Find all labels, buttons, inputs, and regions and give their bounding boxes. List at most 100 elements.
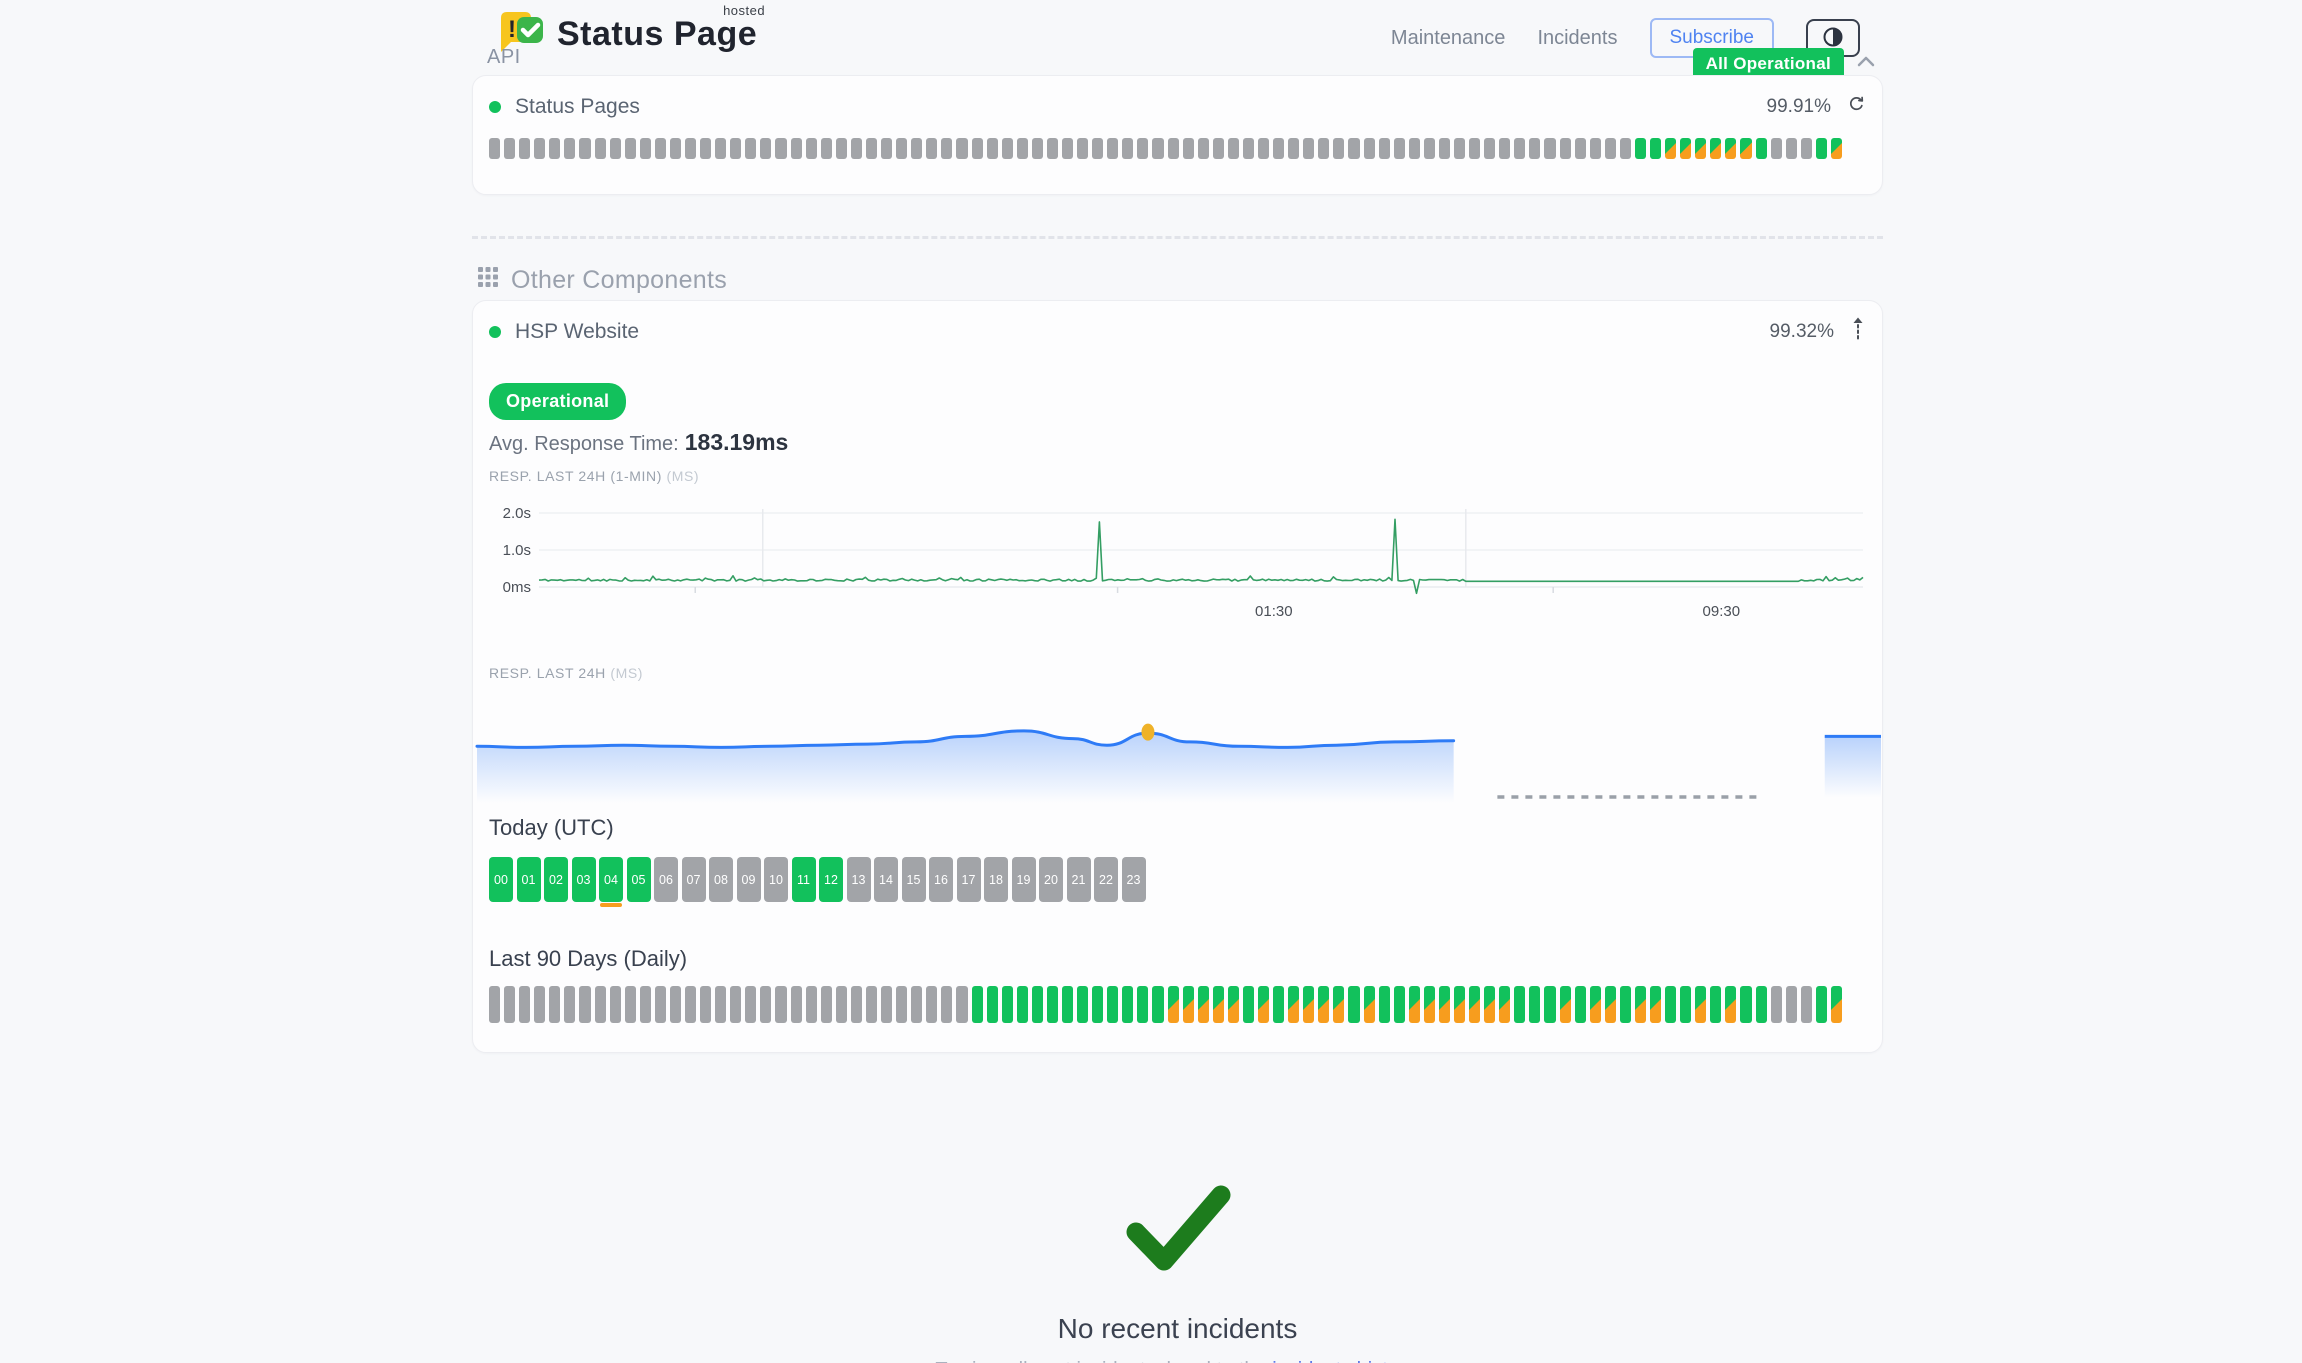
svg-text:0ms: 0ms	[503, 579, 531, 596]
uptime-bar	[1258, 138, 1269, 159]
header: ! Status Page hosted Maintenance Inciden…	[472, 0, 1883, 76]
uptime-bar	[610, 138, 621, 159]
uptime-bar	[1680, 986, 1691, 1023]
uptime-bar	[1303, 138, 1314, 159]
uptime-bar	[1379, 986, 1390, 1023]
grid-icon	[477, 266, 499, 295]
uptime-bar	[1062, 986, 1073, 1023]
no-incidents-section: No recent incidents To view all past inc…	[472, 1180, 1883, 1363]
component-row-status-pages[interactable]: Status Pages 99.91%	[489, 90, 1866, 124]
uptime-bar	[1771, 986, 1782, 1023]
uptime-bar	[821, 138, 832, 159]
hour-cell-16: 16	[929, 857, 953, 902]
uptime-bar	[1514, 986, 1525, 1023]
uptime-bar	[1409, 986, 1420, 1023]
svg-text:1.0s: 1.0s	[503, 542, 531, 559]
uptime-bar	[685, 986, 696, 1023]
uptime-bar	[1318, 986, 1329, 1023]
uptime-bar	[760, 138, 771, 159]
uptime-bar	[1364, 138, 1375, 159]
uptime-bar	[926, 138, 937, 159]
hour-cell-10: 10	[764, 857, 788, 902]
uptime-bar	[775, 986, 786, 1023]
uptime-bar	[956, 138, 967, 159]
uptime-bar	[896, 986, 907, 1023]
uptime-bar	[987, 986, 998, 1023]
uptime-bar	[1740, 986, 1751, 1023]
uptime-bar	[1348, 138, 1359, 159]
uptime-bar	[519, 138, 530, 159]
hour-cell-11: 11	[792, 857, 816, 902]
section-divider	[472, 236, 1883, 239]
uptime-bar	[1575, 986, 1586, 1023]
hour-cell-02: 02	[544, 857, 568, 902]
avg-response-value: 183.19ms	[685, 429, 789, 455]
uptime-bar	[1771, 138, 1782, 159]
uptime-bar	[1454, 986, 1465, 1023]
uptime-bar	[1544, 986, 1555, 1023]
uptime-bar	[489, 138, 500, 159]
nav-incidents[interactable]: Incidents	[1537, 27, 1617, 50]
uptime-bar	[715, 986, 726, 1023]
uptime-bar	[1469, 138, 1480, 159]
operational-dot-icon	[489, 326, 501, 338]
uptime-bar	[1560, 138, 1571, 159]
uptime-bar	[836, 986, 847, 1023]
uptime-bar	[625, 138, 636, 159]
chevron-up-icon[interactable]	[1854, 53, 1878, 76]
status-pages-card: Status Pages 99.91%	[472, 75, 1883, 195]
uptime-bar	[549, 986, 560, 1023]
uptime-bar	[715, 138, 726, 159]
uptime-bar	[1273, 986, 1284, 1023]
uptime-bar	[519, 986, 530, 1023]
uptime-bar	[1544, 138, 1555, 159]
uptime-bar	[1213, 138, 1224, 159]
uptime-bar	[1756, 138, 1767, 159]
uptime-bar	[1198, 138, 1209, 159]
incidents-history-link[interactable]: incidents history	[1272, 1359, 1414, 1363]
uptime-bar	[911, 986, 922, 1023]
uptime-bar	[1560, 986, 1571, 1023]
uptime-bar	[1348, 986, 1359, 1023]
svg-text:!: !	[508, 16, 516, 43]
nav-maintenance[interactable]: Maintenance	[1391, 27, 1506, 50]
uptime-bar	[1333, 986, 1344, 1023]
uptime-bar	[1695, 986, 1706, 1023]
uptime-bar	[1590, 138, 1601, 159]
hour-cell-19: 19	[1012, 857, 1036, 902]
chart2-label: RESP. LAST 24H (MS)	[489, 665, 643, 681]
uptime-bar	[791, 138, 802, 159]
uptime-bar	[1077, 986, 1088, 1023]
check-icon	[1118, 1267, 1238, 1284]
uptime-bar	[1122, 138, 1133, 159]
uptime-bar	[504, 138, 515, 159]
uptime-bar	[1394, 986, 1405, 1023]
uptime-bar	[836, 138, 847, 159]
logo: ! Status Page hosted	[497, 8, 757, 61]
collapse-up-arrow-icon[interactable]	[1850, 316, 1866, 348]
uptime-bar	[640, 986, 651, 1023]
today-hour-cells: 0001020304050607080910111213141516171819…	[489, 857, 1146, 902]
uptime-bar	[745, 986, 756, 1023]
avg-response-time: Avg. Response Time:183.19ms	[489, 429, 788, 456]
hour-cell-08: 08	[709, 857, 733, 902]
uptime-bar	[1032, 986, 1043, 1023]
uptime-bar	[534, 986, 545, 1023]
uptime-bar	[610, 986, 621, 1023]
uptime-bar	[670, 986, 681, 1023]
uptime-bar	[1183, 986, 1194, 1023]
hour-cell-04: 04	[599, 857, 623, 902]
uptime-bar	[1650, 986, 1661, 1023]
hour-cell-06: 06	[654, 857, 678, 902]
refresh-icon[interactable]	[1847, 95, 1866, 120]
uptime-bar	[1695, 138, 1706, 159]
uptime-bar	[911, 138, 922, 159]
uptime-bar	[549, 138, 560, 159]
hour-cell-15: 15	[902, 857, 926, 902]
component-row-hsp-website[interactable]: HSP Website 99.32%	[489, 315, 1866, 349]
uptime-bar	[1047, 138, 1058, 159]
uptime-bar	[1092, 986, 1103, 1023]
uptime-bar	[1529, 986, 1540, 1023]
uptime-bar	[700, 986, 711, 1023]
uptime-bar	[806, 138, 817, 159]
